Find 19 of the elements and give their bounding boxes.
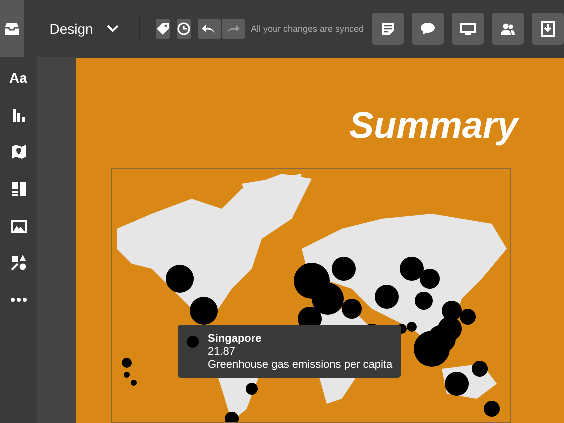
tag-icon[interactable] <box>156 18 170 38</box>
monitor-icon[interactable] <box>452 12 484 44</box>
comment-icon[interactable] <box>412 12 444 44</box>
undo-icon[interactable] <box>198 18 221 38</box>
inbox-icon[interactable] <box>0 0 24 57</box>
download-icon[interactable] <box>532 12 564 44</box>
caret-icon <box>107 24 120 32</box>
people-icon[interactable] <box>492 12 524 44</box>
tooltip-measure: Greenhouse gas emissions per capita <box>208 359 393 372</box>
slide-title: Summary <box>349 104 518 148</box>
redo-icon[interactable] <box>222 18 245 38</box>
tooltip-name: Singapore <box>208 333 263 346</box>
bubble-icon <box>187 336 199 348</box>
mode-dropdown[interactable]: Design <box>50 20 120 36</box>
notes-icon[interactable] <box>372 12 404 44</box>
text-tool[interactable]: Aa <box>8 67 30 89</box>
tooltip-value: 21.87 <box>208 346 237 359</box>
sync-status: All your changes are synced <box>250 24 364 34</box>
clock-icon[interactable] <box>176 18 191 38</box>
